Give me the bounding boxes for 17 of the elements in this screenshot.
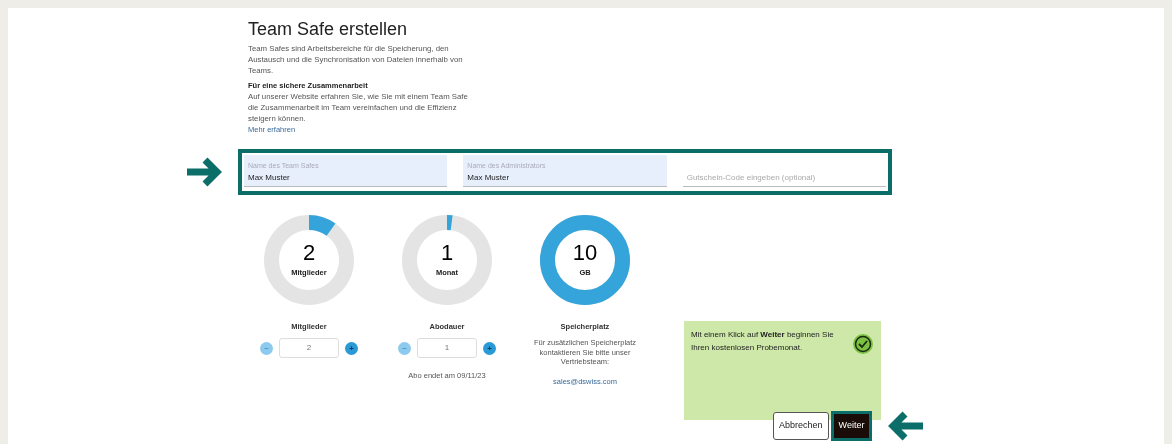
cancel-button[interactable]: Abbrechen [773,412,829,440]
donut-value: 10 [572,241,598,264]
plus-button[interactable]: + [345,341,358,355]
donut-value: 1 [440,241,454,264]
plus-button[interactable]: + [483,341,496,355]
number-field[interactable]: 2 [279,338,339,359]
field-placeholder: Gutschein-Code eingeben (optional) [686,172,817,183]
number-field[interactable]: 1 [417,338,477,359]
arrow-icon [185,155,223,189]
check-icon [852,333,874,355]
field-value: Max Muster [467,172,511,183]
arrow-icon [887,409,926,443]
page-title: Team Safe erstellen [248,18,409,40]
next-button[interactable]: Weiter [833,414,870,438]
notice-text: Mit einem Klick auf Weiter beginnen Sie Ihren kostenlosen Probemonat. [691,329,835,354]
field-value: Max Muster [248,172,291,183]
donut-value: 2 [302,241,316,264]
